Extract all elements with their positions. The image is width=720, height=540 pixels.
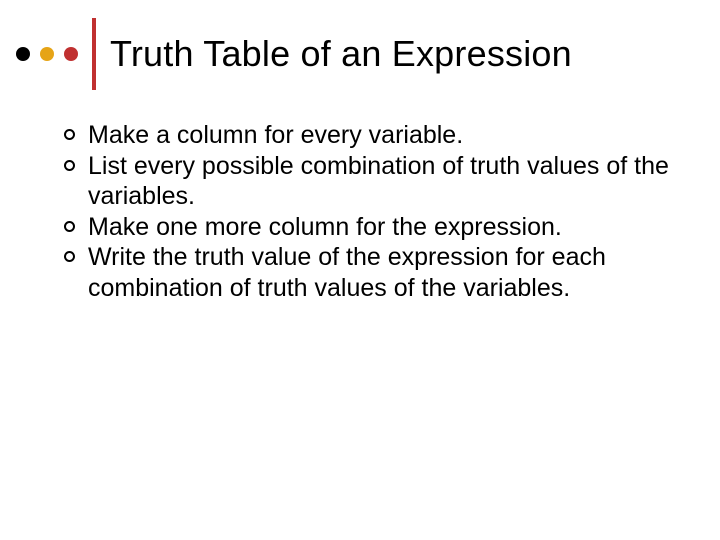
slide-header: Truth Table of an Expression xyxy=(12,18,708,90)
header-dots xyxy=(12,47,78,61)
slide-title: Truth Table of an Expression xyxy=(110,34,572,74)
slide: Truth Table of an Expression Make a colu… xyxy=(0,0,720,540)
dot-icon xyxy=(40,47,54,61)
list-item: List every possible combination of truth… xyxy=(60,151,672,212)
vertical-divider xyxy=(92,18,96,90)
dot-icon xyxy=(64,47,78,61)
slide-body: Make a column for every variable. List e… xyxy=(60,120,672,303)
list-item: Make a column for every variable. xyxy=(60,120,672,151)
list-item: Write the truth value of the expression … xyxy=(60,242,672,303)
dot-icon xyxy=(16,47,30,61)
list-item: Make one more column for the expression. xyxy=(60,212,672,243)
bullet-list: Make a column for every variable. List e… xyxy=(60,120,672,303)
